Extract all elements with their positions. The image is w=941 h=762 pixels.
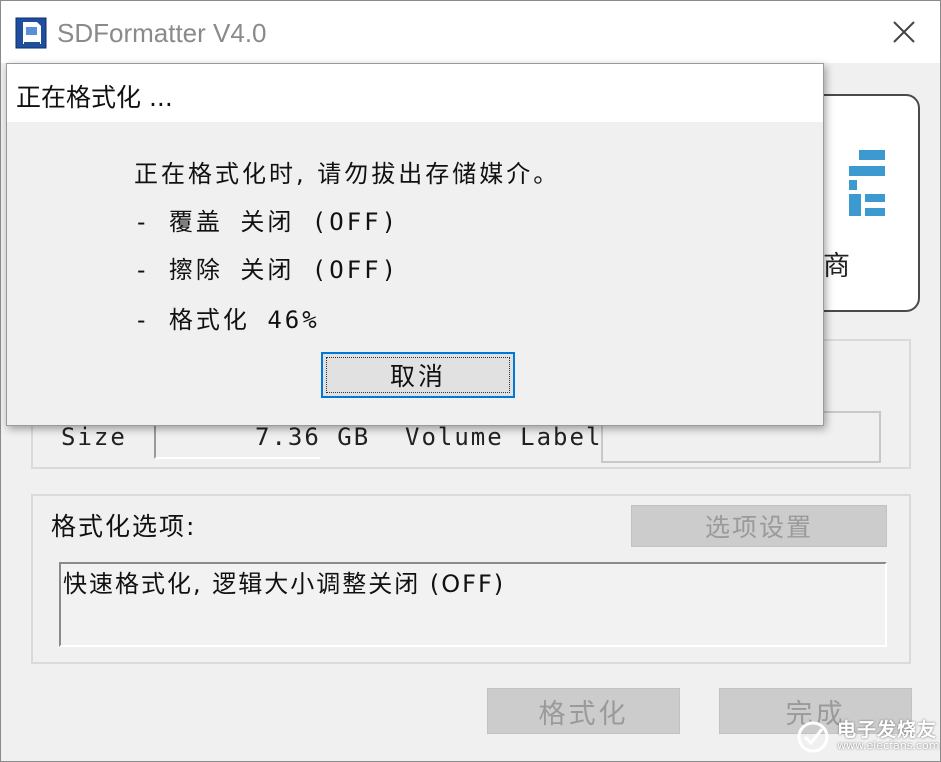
close-icon [893,21,915,43]
erase-status: - 擦除 关闭 (OFF) [134,256,400,284]
brand-label: 商 [823,251,850,282]
dialog-title-bar[interactable]: 正在格式化 ... [7,64,823,122]
window-title: SDFormatter V4.0 [57,18,267,48]
dialog-title: 正在格式化 ... [16,83,173,112]
formatting-progress-dialog: 正在格式化 ... 正在格式化时, 请勿拔出存储媒介。 - 覆盖 关闭 (OFF… [6,63,824,426]
do-not-remove-warning: 正在格式化时, 请勿拔出存储媒介。 [134,160,561,188]
size-value: 7.36 GB [255,423,371,451]
watermark-text: 电子发烧友 [837,719,938,741]
format-options-title: 格式化选项: [51,512,197,541]
option-settings-button[interactable]: 选项设置 [631,505,887,547]
title-bar[interactable]: SDFormatter V4.0 [1,1,940,63]
overwrite-status: - 覆盖 关闭 (OFF) [134,208,400,236]
volume-label: Volume Label [405,423,603,451]
format-progress-status: - 格式化 46% [134,306,320,334]
cancel-button[interactable]: 取消 [321,352,515,398]
format-options-summary: 快速格式化, 逻辑大小调整关闭 (OFF) [63,570,506,598]
close-button[interactable] [878,7,930,57]
watermark-url: www.elecfans.com [837,739,940,752]
sd-logo-icon [849,150,885,216]
format-button[interactable]: 格式化 [487,688,680,734]
size-label: Size [61,423,127,451]
sd-card-app-icon [15,17,47,49]
